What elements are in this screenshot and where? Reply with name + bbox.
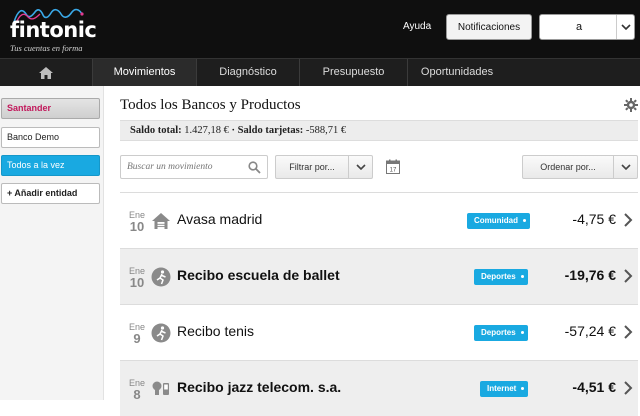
transaction-day: 10: [129, 275, 145, 290]
chevron-down-icon[interactable]: [348, 156, 372, 178]
chevron-right-icon[interactable]: [623, 269, 633, 283]
gear-icon[interactable]: [624, 98, 638, 112]
utilities-icon: [152, 381, 169, 395]
transaction-name: Avasa madrid: [177, 211, 263, 227]
nav-tab-oportunidades[interactable]: Oportunidades: [408, 59, 506, 86]
app-header: fintonic Tus cuentas en forma Ayuda Noti…: [0, 0, 640, 58]
nav-home[interactable]: [0, 59, 93, 86]
sports-icon: [151, 267, 171, 287]
add-entity-button[interactable]: + Añadir entidad: [1, 183, 100, 204]
logo-wordmark: fintonic: [10, 18, 97, 42]
sort-dropdown-label: Ordenar por...: [540, 162, 596, 172]
chevron-right-icon[interactable]: [623, 381, 633, 395]
balance-summary: Saldo total: 1.427,18 € · Saldo tarjetas…: [120, 120, 638, 141]
filter-dropdown[interactable]: Filtrar por...: [275, 155, 373, 179]
nav-tab-diagnostico[interactable]: Diagnóstico: [197, 59, 300, 86]
transaction-name: Recibo jazz telecom. s.a.: [177, 379, 342, 395]
transaction-row[interactable]: Ene 10 Avasa madrid Comunidad -4,75 €: [120, 192, 638, 248]
calendar-icon: 17: [386, 159, 400, 174]
cards-balance-value: -588,71 €: [305, 125, 347, 136]
category-badge[interactable]: Deportes: [474, 269, 528, 285]
transaction-name: Recibo escuela de ballet: [177, 267, 340, 283]
fintonic-logo[interactable]: fintonic Tus cuentas en forma: [8, 6, 98, 53]
calendar-day: 17: [390, 168, 397, 174]
nav-tab-movimientos[interactable]: Movimientos: [93, 59, 197, 86]
transaction-amount: -4,75 €: [572, 211, 616, 227]
transaction-row[interactable]: Ene 10 Recibo escuela de ballet Deportes…: [120, 248, 638, 304]
transaction-amount: -57,24 €: [564, 323, 616, 339]
transaction-day: 10: [129, 219, 145, 234]
chevron-down-icon[interactable]: [613, 156, 637, 178]
user-dropdown-value: a: [575, 21, 583, 33]
transaction-list: Ene 10 Avasa madrid Comunidad -4,75 € En…: [120, 192, 638, 416]
search-icon[interactable]: [248, 161, 261, 174]
transaction-row[interactable]: Ene 9 Recibo tenis Deportes -57,24 €: [120, 304, 638, 360]
balance-value: 1.427,18 €: [184, 125, 229, 136]
sidebar-item-todos[interactable]: Todos a la vez: [1, 155, 100, 176]
balance-label: Saldo total:: [130, 125, 182, 136]
filter-dropdown-label: Filtrar por...: [289, 162, 335, 172]
sort-dropdown[interactable]: Ordenar por...: [522, 155, 638, 179]
sidebar-item-banco-demo[interactable]: Banco Demo: [1, 127, 100, 148]
house-icon: [152, 213, 170, 229]
transaction-amount: -19,76 €: [564, 267, 616, 283]
calendar-button[interactable]: 17: [386, 159, 400, 174]
cards-balance-label: · Saldo tarjetas:: [231, 125, 304, 136]
user-dropdown[interactable]: a: [539, 14, 635, 40]
transaction-day: 9: [133, 331, 141, 346]
transaction-row[interactable]: Ene 8 Recibo jazz telecom. s.a. Internet…: [120, 360, 638, 416]
main-nav: Movimientos Diagnóstico Presupuesto Opor…: [0, 58, 640, 86]
chevron-right-icon[interactable]: [623, 213, 633, 227]
help-link[interactable]: Ayuda: [403, 21, 431, 32]
category-badge[interactable]: Deportes: [474, 325, 528, 341]
category-badge[interactable]: Internet: [480, 381, 529, 397]
category-badge[interactable]: Comunidad: [467, 213, 530, 229]
notifications-button[interactable]: Notificaciones: [446, 14, 532, 40]
search-input[interactable]: [127, 159, 245, 175]
chevron-right-icon[interactable]: [623, 325, 633, 339]
search-box: [120, 155, 268, 179]
transaction-name: Recibo tenis: [177, 323, 255, 339]
nav-tab-presupuesto[interactable]: Presupuesto: [300, 59, 408, 86]
transaction-amount: -4,51 €: [572, 379, 616, 395]
page-title: Todos los Bancos y Productos: [120, 97, 301, 113]
sports-icon: [151, 323, 171, 343]
sidebar-item-santander[interactable]: Santander: [1, 98, 100, 119]
logo-tagline: Tus cuentas en forma: [10, 43, 83, 53]
chevron-down-icon[interactable]: [616, 15, 634, 39]
home-icon: [39, 66, 53, 79]
sidebar: Santander Banco Demo Todos a la vez + Añ…: [0, 86, 104, 400]
